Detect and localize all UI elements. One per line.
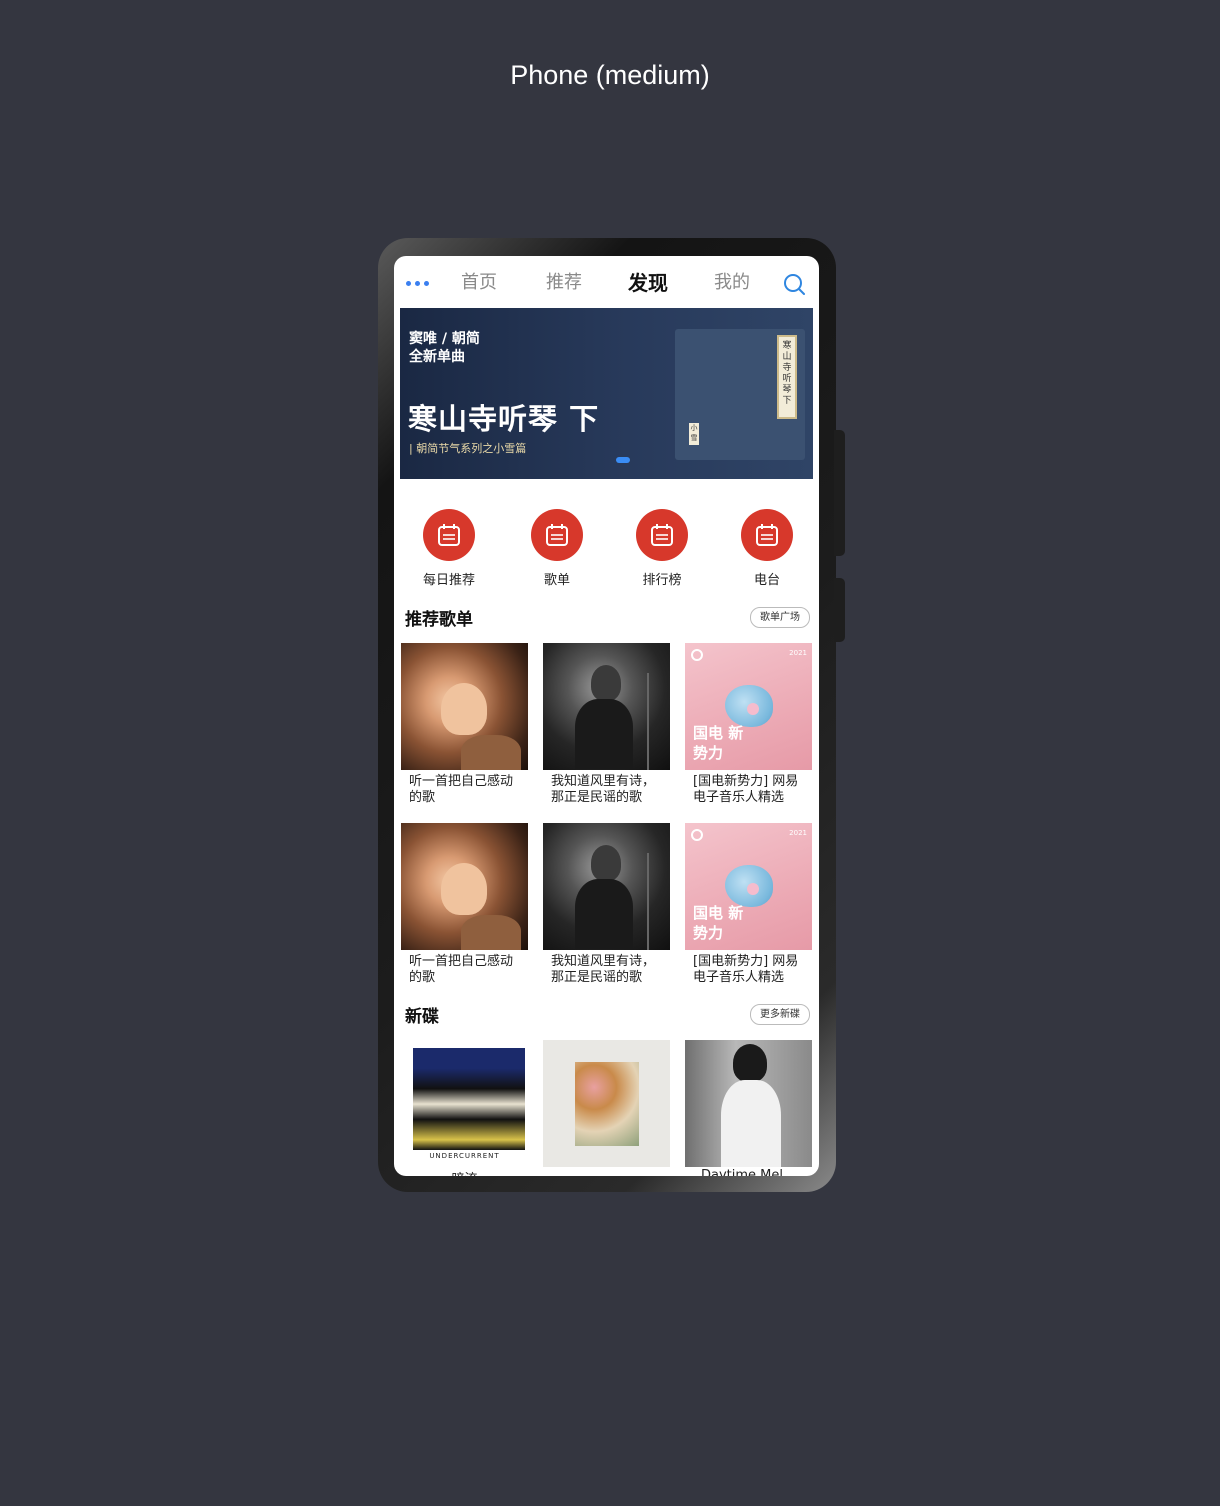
carousel-indicator[interactable] [616,457,630,463]
quick-link-daily[interactable]: 每日推荐 [409,509,489,588]
playlist-cover [401,823,528,950]
tab-recommend[interactable]: 推荐 [546,268,582,294]
playlist-name: 我知道风里有诗，那正是民谣的歌 [551,954,656,985]
banner-cover: 寒山寺听琴下 小雪 [675,329,805,460]
calendar-icon [531,509,583,561]
section-title-new-albums: 新碟 [405,1007,439,1027]
tab-home[interactable]: 首页 [461,268,497,294]
playlist-name: [国电新势力] 网易电子音乐人精选 [693,774,799,805]
quick-link-label: 电台 [753,573,780,588]
playlist-card[interactable]: 2021 国电 新势力 [国电新势力] 网易电子音乐人精选 [685,823,813,986]
playlist-cover: 2021 国电 新势力 [685,823,812,950]
album-cover[interactable] [685,1040,812,1167]
netease-logo-icon [691,829,703,841]
section-title-recommended: 推荐歌单 [405,610,473,630]
calendar-icon [636,509,688,561]
playlist-card[interactable]: 2021 国电 新势力 [国电新势力] 网易电子音乐人精选 [685,643,813,806]
album-name: 暗流 [401,1168,528,1176]
quick-link-label: 歌单 [543,573,570,588]
banner-subtitle: | 朝简节气系列之小雪篇 [409,442,527,455]
album-cover[interactable]: UNDERCURRENT [401,1040,528,1167]
more-albums-button[interactable]: 更多新碟 [750,1004,810,1025]
album-name: Daytime Mel… [701,1168,796,1176]
frame-title: Phone (medium) [510,60,710,90]
playlist-name: [国电新势力] 网易电子音乐人精选 [693,954,799,985]
netease-logo-icon [691,649,703,661]
quick-link-label: 每日推荐 [422,573,475,588]
playlist-card[interactable]: 我知道风里有诗，那正是民谣的歌 [543,823,671,986]
playlist-cover [401,643,528,770]
playlist-card[interactable]: 我知道风里有诗，那正是民谣的歌 [543,643,671,806]
banner-cover-tag: 寒山寺听琴下 [777,335,797,419]
playlist-cover [543,643,670,770]
phone-volume-button [834,578,845,642]
playlist-card[interactable]: 听一首把自己感动的歌 [401,823,529,986]
tab-mine[interactable]: 我的 [714,268,750,294]
top-navigation: 首页 推荐 发现 我的 [394,256,819,308]
banner-cover-small-tag: 小雪 [689,423,699,445]
playlist-name: 听一首把自己感动的歌 [409,954,514,985]
banner-carousel[interactable]: 窦唯 / 朝简 全新单曲 寒山寺听琴 下 | 朝简节气系列之小雪篇 寒山寺听琴下… [400,308,813,479]
album-name: … [600,1168,613,1176]
playlist-square-button[interactable]: 歌单广场 [750,607,810,628]
quick-link-radio[interactable]: 电台 [727,509,807,588]
phone-screen: 首页 推荐 发现 我的 窦唯 / 朝简 全新单曲 寒山寺听琴 下 | 朝简节气系… [394,256,819,1176]
banner-artist: 窦唯 / 朝简 全新单曲 [409,331,480,365]
playlist-cover [543,823,670,950]
search-icon[interactable] [783,273,805,295]
banner-title: 寒山寺听琴 下 [408,402,600,436]
playlist-name: 我知道风里有诗，那正是民谣的歌 [551,774,656,805]
tab-discover[interactable]: 发现 [628,267,668,296]
calendar-icon [423,509,475,561]
more-icon[interactable] [406,281,429,286]
playlist-card[interactable]: 听一首把自己感动的歌 [401,643,529,806]
album-cover[interactable] [543,1040,670,1167]
playlist-cover: 2021 国电 新势力 [685,643,812,770]
phone-side-button [834,430,845,556]
quick-link-playlists[interactable]: 歌单 [517,509,597,588]
quick-link-label: 排行榜 [642,573,682,588]
playlist-name: 听一首把自己感动的歌 [409,774,514,805]
quick-link-charts[interactable]: 排行榜 [622,509,702,588]
calendar-icon [741,509,793,561]
